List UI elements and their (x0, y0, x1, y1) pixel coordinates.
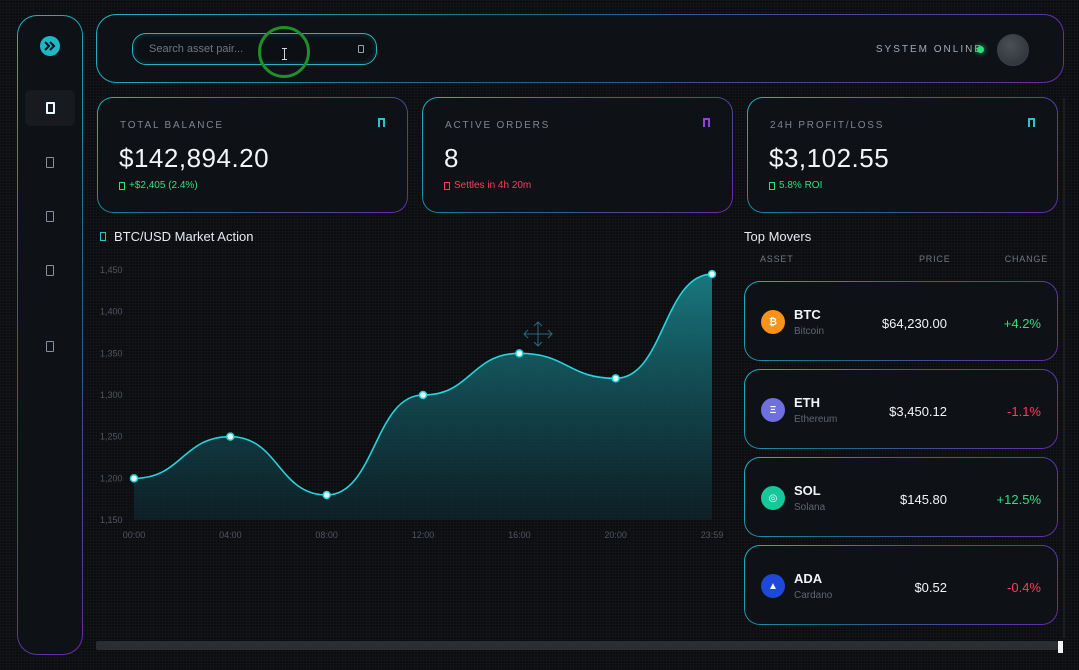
mover-symbol: ADA (794, 571, 823, 586)
orders-icon (703, 118, 710, 127)
search-box[interactable] (132, 33, 377, 65)
chart-title-text: BTC/USD Market Action (114, 229, 254, 244)
card-sub: 5.8% ROI (769, 180, 822, 191)
chart-icon (100, 232, 106, 241)
card-sub: +$2,405 (2.4%) (119, 180, 198, 191)
sidebar-item-dashboard[interactable] (25, 90, 75, 126)
move-crosshair-icon (523, 321, 553, 347)
card-sub-text: 5.8% ROI (779, 180, 823, 191)
mover-row-eth[interactable]: Ξ ETH Ethereum $3,450.12 -1.1% (744, 369, 1058, 449)
movers-header: ASSET PRICE CHANGE (744, 254, 1047, 268)
orders-icon (46, 210, 54, 222)
sidebar-item-orders[interactable] (25, 198, 75, 234)
card-total-balance: TOTAL BALANCE $142,894.20 +$2,405 (2.4%) (97, 97, 408, 213)
horizontal-scrollbar[interactable] (96, 641, 1058, 650)
mover-price: $64,230.00 (881, 316, 947, 331)
mover-row-btc[interactable]: ₿ BTC Bitcoin $64,230.00 +4.2% (744, 281, 1058, 361)
roi-icon (769, 181, 775, 190)
top-header: SYSTEM ONLINE (96, 14, 1064, 83)
chart-title: BTC/USD Market Action (100, 229, 253, 244)
ada-coin-icon: ▲ (761, 574, 785, 598)
sidebar-item-analytics[interactable] (25, 252, 75, 288)
status-dot-icon (977, 46, 984, 53)
clock-icon (444, 181, 450, 190)
x-tick-label: 16:00 (508, 530, 531, 540)
mover-price: $0.52 (914, 580, 947, 595)
chart-point[interactable] (129, 474, 139, 483)
eth-coin-icon: Ξ (761, 398, 785, 422)
y-tick-label: 1,400 (100, 307, 123, 317)
chart-point[interactable] (611, 374, 620, 383)
card-value: 8 (444, 143, 459, 173)
mover-symbol: SOL (794, 483, 821, 498)
card-label: 24H PROFIT/LOSS (770, 120, 885, 131)
chart-point[interactable] (515, 349, 524, 358)
mover-change: -1.1% (1007, 404, 1041, 419)
card-sub-text: Settles in 4h 20m (454, 180, 532, 191)
chart-point[interactable] (226, 432, 235, 441)
mover-change: -0.4% (1007, 580, 1041, 595)
market-chart[interactable]: 1,450 1,400 1,350 1,300 1,250 1,200 1,150 00:0… (96, 250, 726, 550)
mover-name: Solana (794, 502, 826, 513)
sol-coin-icon: ◎ (761, 486, 785, 510)
card-value: $3,102.55 (769, 143, 890, 173)
mover-symbol: ETH (794, 395, 820, 410)
y-tick-label: 1,300 (100, 390, 123, 400)
sidebar (17, 15, 83, 655)
mover-change: +4.2% (1003, 316, 1041, 331)
chart-point[interactable] (418, 390, 428, 400)
y-tick-label: 1,450 (100, 265, 123, 275)
dashboard-icon (45, 102, 55, 114)
x-tick-label: 20:00 (604, 530, 627, 540)
card-profit-loss: 24H PROFIT/LOSS $3,102.55 5.8% ROI (747, 97, 1058, 213)
y-tick-label: 1,250 (100, 432, 123, 442)
balance-icon (378, 118, 385, 127)
mover-name: Cardano (794, 590, 833, 601)
card-active-orders: ACTIVE ORDERS 8 Settles in 4h 20m (422, 97, 733, 213)
avatar[interactable] (997, 34, 1029, 66)
settings-icon (46, 340, 54, 352)
y-tick-label: 1,200 (100, 473, 123, 483)
sidebar-item-settings[interactable] (25, 328, 75, 364)
y-tick-label: 1,350 (100, 348, 123, 358)
text-cursor-icon (282, 48, 287, 60)
mover-name: Ethereum (794, 414, 838, 425)
mover-symbol: BTC (794, 307, 821, 322)
card-value: $142,894.20 (119, 143, 270, 173)
top-movers-title: Top Movers (744, 229, 812, 244)
mover-price: $3,450.12 (889, 404, 947, 419)
mover-change: +12.5% (996, 492, 1041, 507)
search-icon[interactable] (358, 45, 364, 53)
y-tick-label: 1,150 (100, 515, 123, 525)
sidebar-item-wallet[interactable] (25, 144, 75, 180)
trend-up-icon (119, 181, 125, 190)
card-label: TOTAL BALANCE (120, 120, 224, 131)
btc-coin-icon: ₿ (761, 310, 785, 334)
mover-row-ada[interactable]: ▲ ADA Cardano $0.52 -0.4% (744, 545, 1058, 625)
mover-row-sol[interactable]: ◎ SOL Solana $145.80 +12.5% (744, 457, 1058, 537)
card-sub-text: +$2,405 (2.4%) (129, 180, 198, 191)
x-tick-label: 04:00 (219, 530, 242, 540)
col-asset: ASSET (760, 254, 794, 264)
x-tick-label: 08:00 (315, 530, 338, 540)
col-price: PRICE (919, 254, 951, 264)
x-tick-label: 23:59 (701, 530, 724, 540)
x-tick-label: 00:00 (123, 530, 146, 540)
mover-name: Bitcoin (794, 326, 825, 337)
logo-icon[interactable] (39, 36, 61, 56)
chart-point[interactable] (707, 269, 717, 279)
wallet-icon (46, 156, 54, 168)
scroll-corner (1058, 641, 1063, 653)
card-sub: Settles in 4h 20m (444, 180, 531, 191)
system-status-label: SYSTEM ONLINE (875, 44, 983, 55)
card-label: ACTIVE ORDERS (445, 120, 551, 131)
col-change: CHANGE (1004, 254, 1048, 264)
chart-point[interactable] (322, 490, 331, 500)
mover-price: $145.80 (900, 492, 947, 507)
profit-icon (1028, 118, 1035, 127)
analytics-icon (46, 264, 54, 276)
vertical-scroll-track[interactable] (1063, 98, 1065, 638)
x-tick-label: 12:00 (412, 530, 435, 540)
